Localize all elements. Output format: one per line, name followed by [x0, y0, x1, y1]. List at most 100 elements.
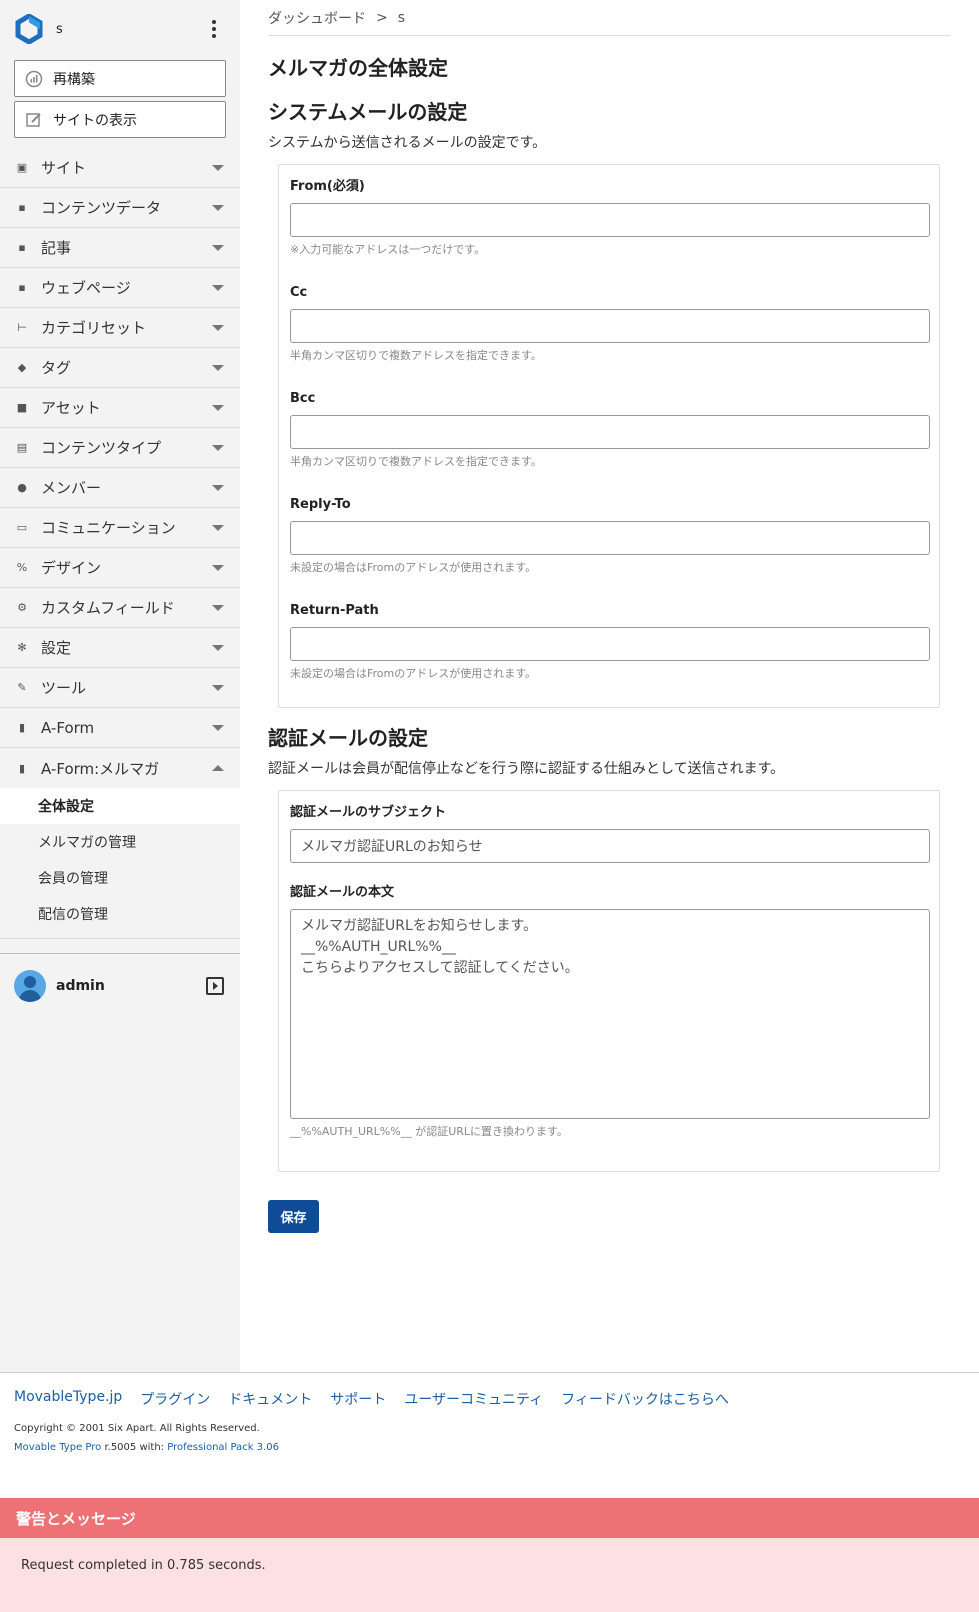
- bcc-label: Bcc: [290, 391, 316, 406]
- rebuild-icon: [25, 70, 43, 88]
- cc-hint: 半角カンマ区切りで複数アドレスを指定できます。: [290, 349, 542, 362]
- sidebar-item-entries[interactable]: ▪ 記事: [0, 228, 240, 268]
- bcc-hint: 半角カンマ区切りで複数アドレスを指定できます。: [290, 455, 542, 468]
- sidebar-item-label: サイト: [41, 159, 87, 177]
- save-button[interactable]: 保存: [268, 1200, 319, 1233]
- auth-mail-panel: 認証メールのサブジェクト 認証メールの本文 メルマガ認証URLをお知らせします。…: [278, 790, 940, 1172]
- communication-icon: ▭: [16, 521, 28, 534]
- more-menu-icon[interactable]: [208, 20, 220, 38]
- settings-icon: ✻: [17, 641, 27, 654]
- cc-label: Cc: [290, 285, 308, 300]
- view-site-button[interactable]: サイトの表示: [14, 101, 226, 138]
- version-info: Movable Type Pro r.5005 with: Profession…: [14, 1442, 965, 1453]
- entry-icon: ▪: [18, 241, 26, 254]
- sidebar-item-label: アセット: [41, 399, 101, 417]
- sidebar-item-label: カスタムフィールド: [41, 599, 175, 617]
- submenu-item-member-manage[interactable]: 会員の管理: [0, 860, 240, 896]
- footer: MovableType.jp プラグイン ドキュメント サポート ユーザーコミュ…: [0, 1372, 979, 1453]
- breadcrumb-home[interactable]: ダッシュボード: [268, 8, 366, 28]
- auth-subject-input[interactable]: [290, 829, 930, 863]
- chevron-up-icon: [212, 765, 224, 771]
- messages-title: 警告とメッセージ: [0, 1498, 979, 1538]
- chevron-down-icon: [212, 164, 224, 171]
- chevron-down-icon: [212, 244, 224, 251]
- sidebar-item-assets[interactable]: ■ アセット: [0, 388, 240, 428]
- footer-link-plugins[interactable]: プラグイン: [140, 1389, 210, 1409]
- sidebar-item-tags[interactable]: ◆ タグ: [0, 348, 240, 388]
- sidebar-item-aform[interactable]: ▮ A-Form: [0, 708, 240, 748]
- return-path-field-group: Return-Path 未設定の場合はFromのアドレスが使用されます。: [290, 601, 930, 681]
- aform-icon: ▮: [18, 721, 26, 734]
- chevron-down-icon: [212, 484, 224, 491]
- sidebar-item-settings[interactable]: ✻ 設定: [0, 628, 240, 668]
- chevron-down-icon: [212, 404, 224, 411]
- submenu-item-mailmag-manage[interactable]: メルマガの管理: [0, 824, 240, 860]
- user-row: admin: [0, 953, 240, 1017]
- sidebar-item-label: コンテンツタイプ: [41, 439, 162, 457]
- sidebar-item-content-data[interactable]: ▪ コンテンツデータ: [0, 188, 240, 228]
- sidebar-item-label: A-Form: [41, 718, 95, 737]
- movable-type-logo-icon[interactable]: [14, 13, 44, 45]
- chevron-down-icon: [212, 284, 224, 291]
- sidebar-item-design[interactable]: % デザイン: [0, 548, 240, 588]
- sidebar-menu: ▣ サイト ▪ コンテンツデータ ▪ 記事 ▪ ウェブページ ⊢ カテゴリセット ◆ タグ …: [0, 148, 240, 939]
- sidebar-item-label: デザイン: [41, 559, 102, 577]
- sidebar-item-tools[interactable]: ✎ ツール: [0, 668, 240, 708]
- custom-field-icon: ⚙: [17, 601, 27, 614]
- main-content: ダッシュボード > s メルマガの全体設定 システムメールの設定 システムから送…: [268, 0, 950, 1233]
- from-input[interactable]: [290, 203, 930, 237]
- return-path-input[interactable]: [290, 627, 930, 661]
- sidebar-item-pages[interactable]: ▪ ウェブページ: [0, 268, 240, 308]
- sidebar-item-content-types[interactable]: ▤ コンテンツタイプ: [0, 428, 240, 468]
- sidebar-item-aform-mailmag[interactable]: ▮ A-Form:メルマガ: [0, 748, 240, 788]
- sidebar: s 再構築 サイトの表示 ▣ サイト ▪ コンテンツデータ ▪ 記事 ▪ ウェブページ …: [0, 0, 240, 1372]
- design-icon: %: [16, 561, 28, 574]
- rebuild-button[interactable]: 再構築: [14, 60, 226, 97]
- auth-subject-label: 認証メールのサブジェクト: [290, 805, 447, 820]
- sidebar-item-sites[interactable]: ▣ サイト: [0, 148, 240, 188]
- footer-link-support[interactable]: サポート: [330, 1389, 386, 1409]
- sidebar-item-category-sets[interactable]: ⊢ カテゴリセット: [0, 308, 240, 348]
- content-data-icon: ▪: [18, 201, 26, 214]
- cc-input[interactable]: [290, 309, 930, 343]
- auth-body-textarea[interactable]: メルマガ認証URLをお知らせします。 __%%AUTH_URL%%__ こちらよ…: [290, 909, 930, 1119]
- footer-link-feedback[interactable]: フィードバックはこちらへ: [561, 1389, 729, 1409]
- footer-link-documents[interactable]: ドキュメント: [228, 1389, 312, 1409]
- chevron-down-icon: [212, 364, 224, 371]
- sidebar-item-label: メンバー: [41, 479, 102, 497]
- site-name[interactable]: s: [56, 22, 208, 37]
- sidebar-item-label: コンテンツデータ: [41, 199, 162, 217]
- footer-link-community[interactable]: ユーザーコミュニティ: [404, 1389, 543, 1409]
- logout-icon[interactable]: [206, 976, 224, 995]
- submenu-item-general-settings[interactable]: 全体設定: [0, 788, 240, 824]
- rebuild-label: 再構築: [53, 71, 95, 88]
- version-text: r.5005 with:: [101, 1442, 168, 1453]
- version-pack-link[interactable]: Professional Pack 3.06: [167, 1442, 279, 1453]
- sidebar-item-communication[interactable]: ▭ コミュニケーション: [0, 508, 240, 548]
- sidebar-item-members[interactable]: ● メンバー: [0, 468, 240, 508]
- system-mail-panel: From(必須) ※入力可能なアドレスは一つだけです。 Cc 半角カンマ区切りで…: [278, 164, 940, 708]
- sidebar-item-label: 記事: [41, 239, 72, 257]
- sidebar-item-label: ツール: [41, 679, 87, 697]
- copyright: Copyright © 2001 Six Apart. All Rights R…: [14, 1423, 260, 1434]
- footer-link-movabletype[interactable]: MovableType.jp: [14, 1389, 122, 1409]
- auth-body-field-group: 認証メールの本文 メルマガ認証URLをお知らせします。 __%%AUTH_URL…: [290, 883, 930, 1139]
- sidebar-item-label: A-Form:メルマガ: [41, 759, 160, 778]
- from-label: From(必須): [290, 179, 365, 194]
- chevron-down-icon: [212, 444, 224, 451]
- user-name[interactable]: admin: [56, 978, 206, 994]
- avatar[interactable]: [14, 969, 46, 1002]
- sidebar-header: s: [0, 0, 240, 58]
- version-product-link[interactable]: Movable Type Pro: [14, 1442, 101, 1453]
- aform-mailmag-submenu: 全体設定 メルマガの管理 会員の管理 配信の管理: [0, 788, 240, 939]
- view-site-label: サイトの表示: [53, 112, 137, 129]
- page-title: メルマガの全体設定: [268, 56, 448, 80]
- sites-icon: ▣: [16, 161, 28, 174]
- bcc-input[interactable]: [290, 415, 930, 449]
- sidebar-item-label: 設定: [41, 639, 72, 657]
- sidebar-item-custom-fields[interactable]: ⚙ カスタムフィールド: [0, 588, 240, 628]
- reply-to-input[interactable]: [290, 521, 930, 555]
- submenu-item-delivery-manage[interactable]: 配信の管理: [0, 896, 240, 932]
- auth-subject-field-group: 認証メールのサブジェクト: [290, 803, 930, 863]
- system-mail-title: システムメールの設定: [268, 100, 468, 124]
